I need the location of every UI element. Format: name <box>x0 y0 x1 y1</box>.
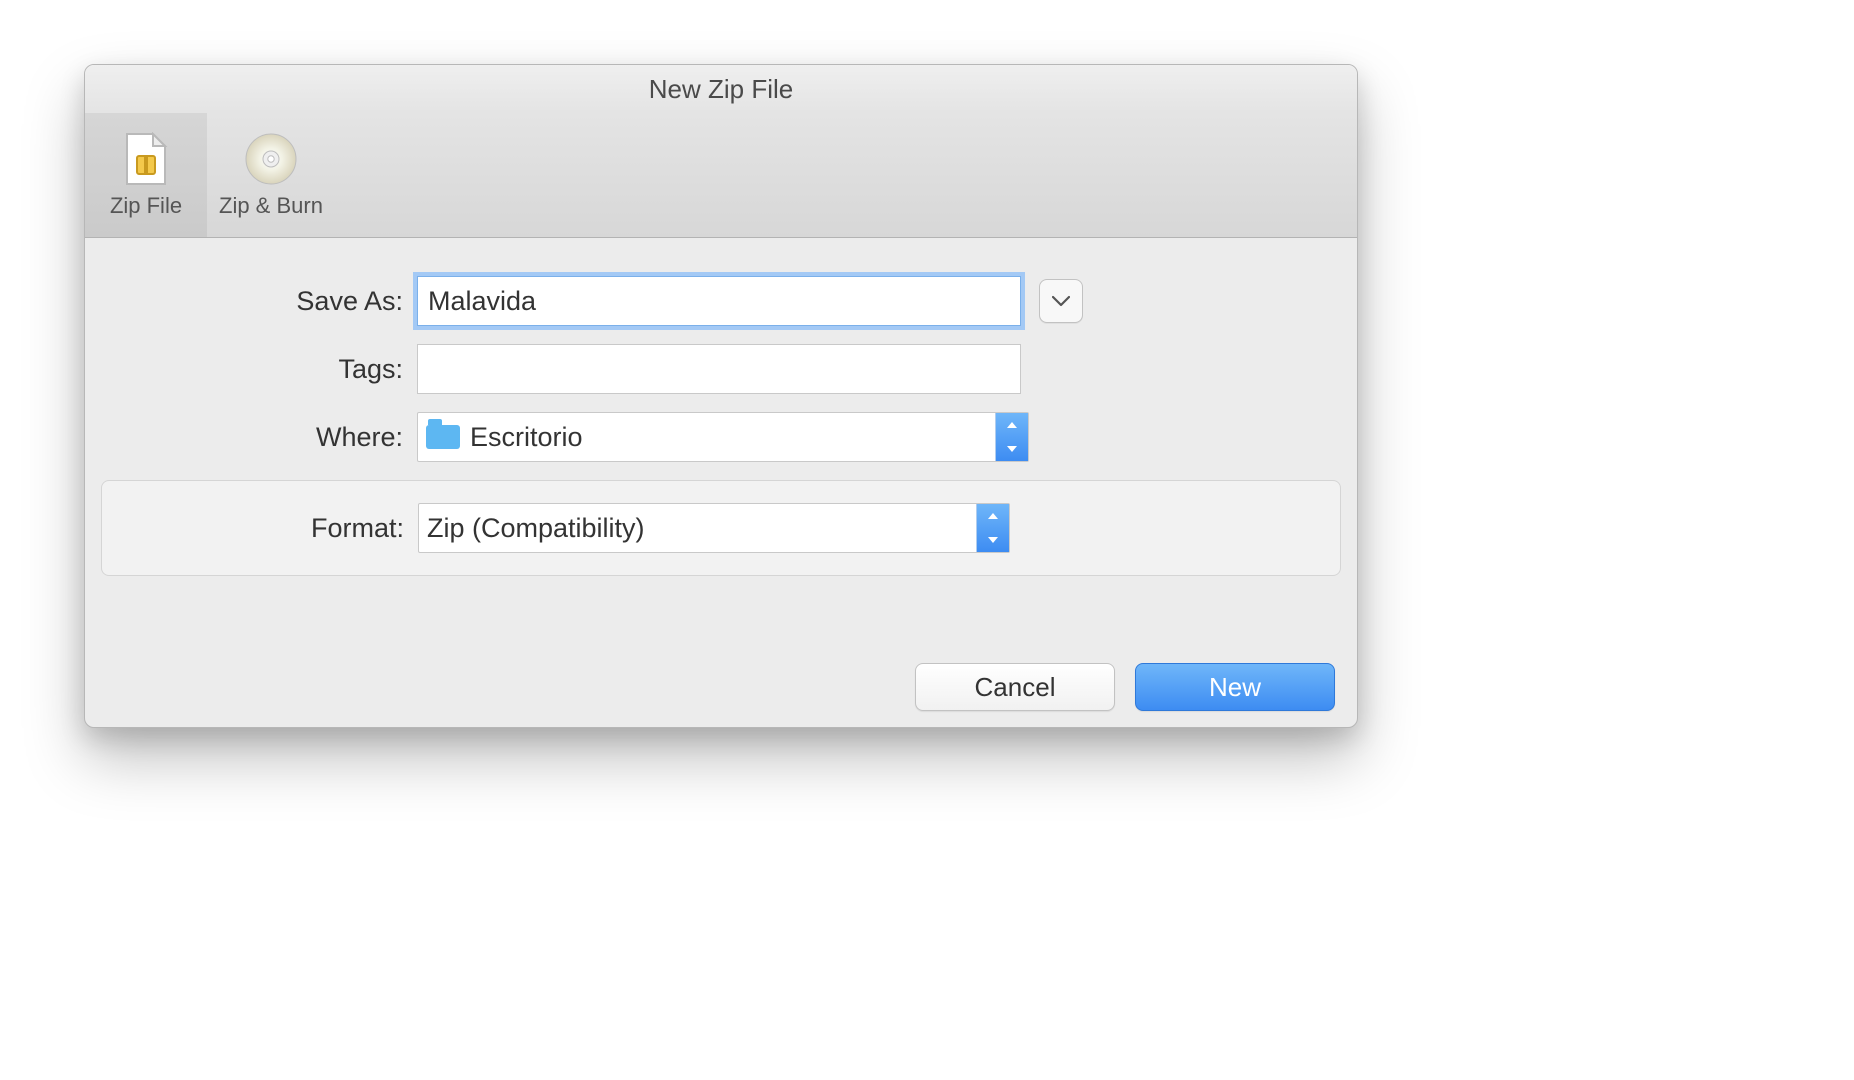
chevron-down-icon <box>1052 295 1070 307</box>
dialog-toolbar: Zip File <box>85 113 1357 238</box>
toolbar-tab-zip-file[interactable]: Zip File <box>85 113 207 237</box>
tags-input[interactable] <box>417 344 1021 394</box>
save-as-input[interactable] <box>417 276 1021 326</box>
folder-icon <box>426 425 460 449</box>
dialog-footer: Cancel New <box>915 663 1335 711</box>
expand-save-panel-button[interactable] <box>1039 279 1083 323</box>
popup-stepper-icon <box>976 504 1009 552</box>
save-as-label: Save As: <box>85 286 417 317</box>
dialog-title: New Zip File <box>85 65 1357 113</box>
toolbar-tab-zip-and-burn[interactable]: Zip & Burn <box>207 113 335 237</box>
where-popup[interactable]: Escritorio <box>417 412 1029 462</box>
format-panel: Format: Zip (Compatibility) <box>101 480 1341 576</box>
where-value: Escritorio <box>470 413 583 461</box>
format-label: Format: <box>102 513 418 544</box>
toolbar-tab-label: Zip File <box>110 193 182 219</box>
format-popup[interactable]: Zip (Compatibility) <box>418 503 1010 553</box>
where-label: Where: <box>85 422 417 453</box>
new-zip-file-dialog: New Zip File Zip File <box>84 64 1358 728</box>
format-value: Zip (Compatibility) <box>427 504 645 552</box>
cancel-button[interactable]: Cancel <box>915 663 1115 711</box>
tags-label: Tags: <box>85 354 417 385</box>
zip-file-icon <box>118 131 174 187</box>
form-area: Save As: Tags: Where: <box>85 238 1357 576</box>
new-button[interactable]: New <box>1135 663 1335 711</box>
popup-stepper-icon <box>995 413 1028 461</box>
disc-icon <box>243 131 299 187</box>
toolbar-tab-label: Zip & Burn <box>219 193 323 219</box>
